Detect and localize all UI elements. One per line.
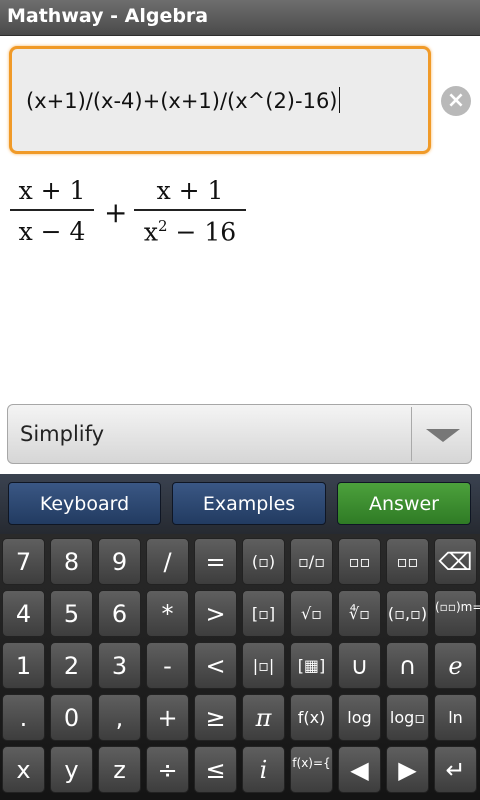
key-division[interactable]: ÷: [146, 746, 189, 793]
expression-input-text[interactable]: (x+1)/(x-4)+(x+1)/(x^(2)-16): [26, 87, 340, 113]
key-5[interactable]: 5: [50, 590, 93, 637]
key-greater-equal[interactable]: ≥: [194, 694, 237, 741]
divider: [411, 407, 412, 461]
key-minus[interactable]: -: [146, 642, 189, 689]
key-greater-than[interactable]: >: [194, 590, 237, 637]
key-less-than[interactable]: <: [194, 642, 237, 689]
arrow-left-icon[interactable]: ◀: [338, 746, 381, 793]
key-i[interactable]: i: [242, 746, 285, 793]
fraction-1-numerator: x + 1: [18, 176, 86, 205]
fraction-bar: [134, 209, 246, 211]
math-keyboard: 7 8 9 / = (▫) ▫/▫ ▫▫ ▫▫ ⌫ 4 5 6 * > [▫] …: [0, 534, 480, 800]
key-matrix[interactable]: [▦]: [290, 642, 333, 689]
key-less-equal[interactable]: ≤: [194, 746, 237, 793]
operation-select[interactable]: Simplify: [7, 404, 472, 464]
expression-input[interactable]: (x+1)/(x-4)+(x+1)/(x^(2)-16): [9, 46, 431, 154]
key-pi[interactable]: π: [242, 694, 285, 741]
key-4[interactable]: 4: [2, 590, 45, 637]
fraction-1-denominator: x − 4: [18, 216, 86, 246]
key-comma[interactable]: ,: [98, 694, 141, 741]
key-nth-root[interactable]: ∜▫: [338, 590, 381, 637]
key-9[interactable]: 9: [98, 538, 141, 585]
fraction-2: x + 1 x2 − 16: [134, 176, 246, 246]
key-e[interactable]: e: [434, 642, 477, 689]
arrow-right-icon[interactable]: ▶: [386, 746, 429, 793]
key-2[interactable]: 2: [50, 642, 93, 689]
backspace-icon[interactable]: ⌫: [434, 538, 477, 585]
fraction-bar: [10, 209, 94, 211]
key-absolute-value[interactable]: |▫|: [242, 642, 285, 689]
main-content: (x+1)/(x-4)+(x+1)/(x^(2)-16) × x + 1 x −…: [0, 36, 480, 474]
fraction-1: x + 1 x − 4: [10, 176, 94, 246]
key-6[interactable]: 6: [98, 590, 141, 637]
chevron-down-icon[interactable]: [426, 429, 460, 442]
key-x[interactable]: x: [2, 746, 45, 793]
key-intersection[interactable]: ∩: [386, 642, 429, 689]
key-multiply[interactable]: *: [146, 590, 189, 637]
tab-examples[interactable]: Examples: [172, 482, 326, 525]
bottom-tabs: Keyboard Examples Answer: [0, 474, 480, 534]
plus-sign: +: [104, 196, 128, 229]
key-matrix-equation[interactable]: (▫▫)m=: [434, 590, 480, 637]
key-square-root[interactable]: √▫: [290, 590, 333, 637]
fraction-2-denominator: x2 − 16: [143, 216, 237, 246]
key-function[interactable]: f(x): [290, 694, 333, 741]
enter-icon[interactable]: ↵: [434, 746, 477, 793]
key-y[interactable]: y: [50, 746, 93, 793]
key-ordered-pair[interactable]: (▫,▫): [386, 590, 429, 637]
key-8[interactable]: 8: [50, 538, 93, 585]
title-bar: Mathway - Algebra: [0, 0, 480, 36]
key-piecewise[interactable]: f(x)={: [290, 746, 333, 793]
key-union[interactable]: ∪: [338, 642, 381, 689]
tab-answer[interactable]: Answer: [337, 482, 471, 525]
app-title: Mathway - Algebra: [7, 5, 209, 27]
key-subscript[interactable]: ▫▫: [386, 538, 429, 585]
tab-keyboard[interactable]: Keyboard: [8, 482, 161, 525]
key-z[interactable]: z: [98, 746, 141, 793]
clear-icon[interactable]: ×: [441, 86, 471, 116]
key-log-base[interactable]: log▫: [386, 694, 429, 741]
key-decimal[interactable]: .: [2, 694, 45, 741]
key-1[interactable]: 1: [2, 642, 45, 689]
key-divide-slash[interactable]: /: [146, 538, 189, 585]
operation-select-value: Simplify: [20, 422, 105, 446]
key-log[interactable]: log: [338, 694, 381, 741]
key-equals[interactable]: =: [194, 538, 237, 585]
key-7[interactable]: 7: [2, 538, 45, 585]
key-plus[interactable]: +: [146, 694, 189, 741]
key-exponent[interactable]: ▫▫: [338, 538, 381, 585]
key-brackets[interactable]: [▫]: [242, 590, 285, 637]
key-fraction[interactable]: ▫/▫: [290, 538, 333, 585]
key-ln[interactable]: ln: [434, 694, 477, 741]
key-0[interactable]: 0: [50, 694, 93, 741]
key-parentheses[interactable]: (▫): [242, 538, 285, 585]
key-3[interactable]: 3: [98, 642, 141, 689]
fraction-2-numerator: x + 1: [156, 176, 224, 205]
text-cursor: [338, 87, 340, 113]
